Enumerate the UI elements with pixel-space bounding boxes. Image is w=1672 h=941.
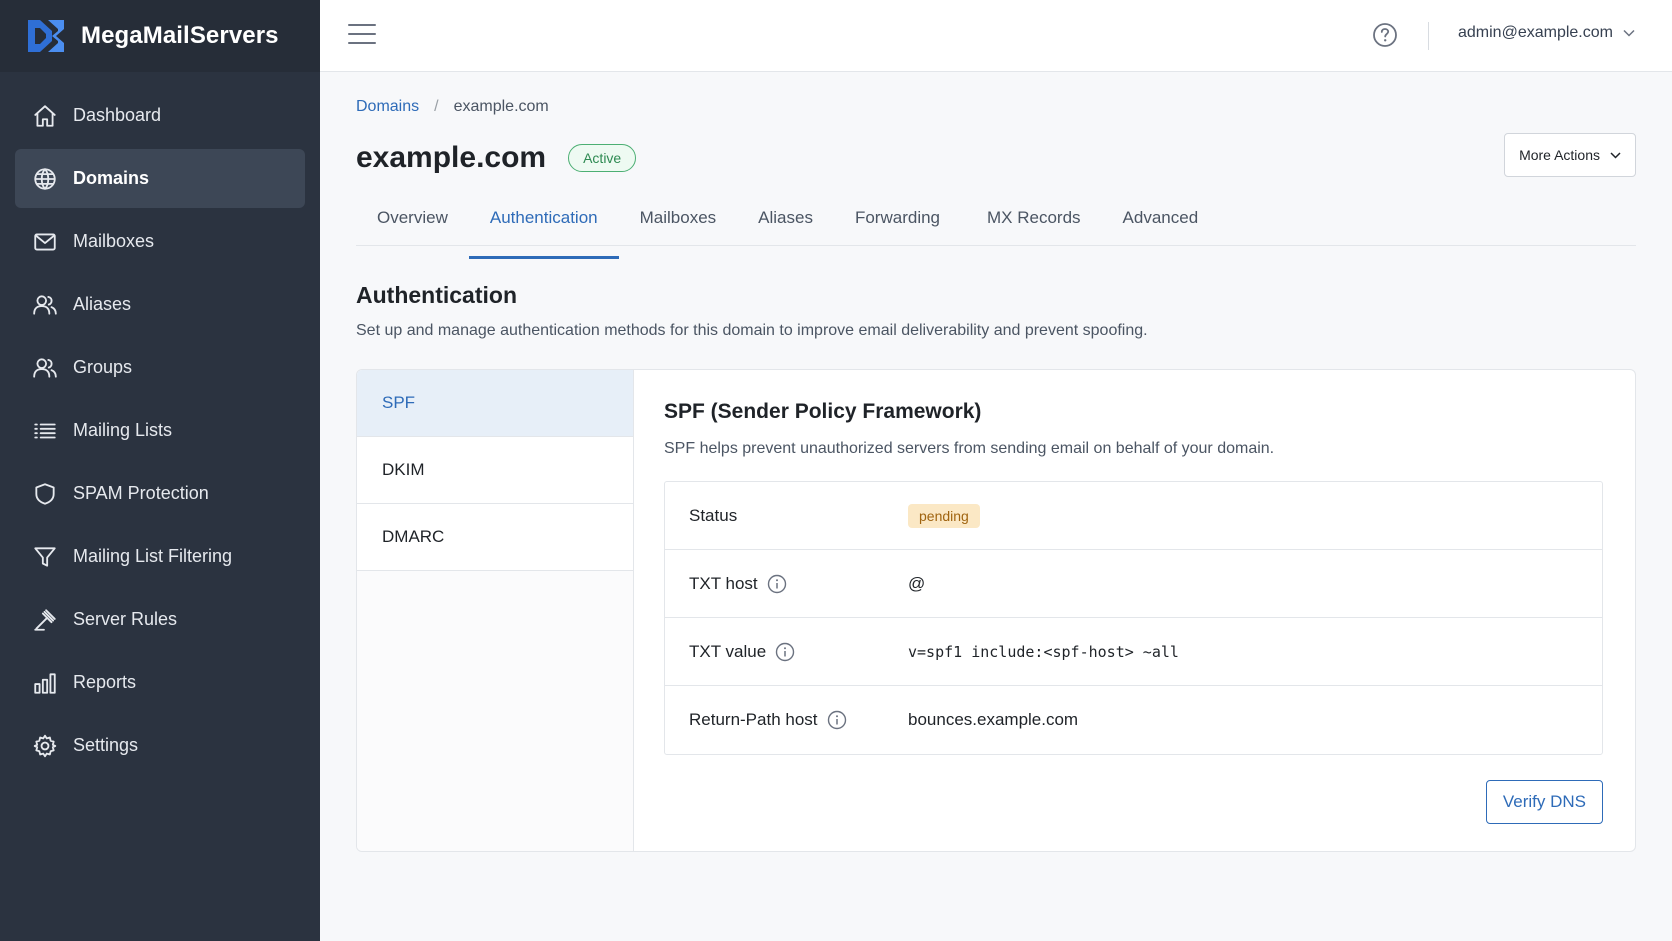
sidebar-item-domains[interactable]: Domains bbox=[15, 149, 305, 208]
breadcrumb: Domains / example.com bbox=[356, 98, 1636, 116]
sidebar-item-label: Aliases bbox=[73, 294, 132, 314]
sidebar-item-mailing-list-filtering[interactable]: Mailing List Filtering bbox=[15, 527, 305, 586]
tab-aliases[interactable]: Aliases bbox=[737, 204, 834, 245]
txt-host-row: TXT host @ bbox=[665, 550, 1602, 618]
info-icon[interactable] bbox=[775, 642, 795, 662]
topbar: admin@example.com bbox=[320, 0, 1672, 72]
txt-value-row: TXT value v=spf1 include:<spf-host> ~all bbox=[665, 618, 1602, 686]
sidebar-item-reports[interactable]: Reports bbox=[15, 653, 305, 712]
gear-icon bbox=[32, 733, 58, 759]
status-row: Status pending bbox=[665, 482, 1602, 550]
detail-description: SPF helps prevent unauthorized servers f… bbox=[664, 440, 1275, 457]
sidebar: MegaMailServers Dashboard Domains Mailbo… bbox=[0, 0, 320, 941]
brand-name: MegaMailServers bbox=[81, 22, 279, 49]
status-badge: Active bbox=[568, 144, 637, 172]
info-icon[interactable] bbox=[827, 710, 847, 730]
tab-mx-records[interactable]: MX Records bbox=[966, 204, 1102, 245]
auth-panel: SPF DKIM DMARC SPF (Sender Policy Framew… bbox=[356, 369, 1636, 852]
users-icon bbox=[32, 355, 58, 381]
sidebar-item-label: Dashboard bbox=[73, 105, 162, 125]
chevron-down-icon bbox=[1623, 29, 1635, 37]
sidebar-item-label: Reports bbox=[73, 672, 137, 692]
tab-overview[interactable]: Overview bbox=[356, 204, 469, 245]
more-actions-button[interactable]: More Actions bbox=[1504, 133, 1636, 177]
globe-icon bbox=[32, 166, 58, 192]
sidebar-item-label: Domains bbox=[73, 168, 150, 188]
topbar-divider bbox=[1428, 22, 1429, 50]
tabs: Overview Authentication Mailboxes Aliase… bbox=[356, 204, 1636, 259]
breadcrumb-current: example.com bbox=[453, 98, 549, 115]
sidebar-item-groups[interactable]: Groups bbox=[15, 338, 305, 397]
list-icon bbox=[32, 418, 58, 444]
gavel-icon bbox=[32, 607, 58, 633]
brand-logo-icon bbox=[28, 20, 64, 52]
sidebar-item-label: Server Rules bbox=[73, 609, 178, 629]
help-icon[interactable] bbox=[1372, 22, 1398, 48]
sidebar-item-label: Mailing List Filtering bbox=[73, 546, 233, 566]
user-icon bbox=[32, 292, 58, 318]
row-label: TXT value bbox=[689, 642, 908, 662]
sidebar-item-label: Mailboxes bbox=[73, 231, 155, 251]
breadcrumb-domains-link[interactable]: Domains bbox=[356, 98, 419, 116]
title-row: example.com Active More Actions bbox=[356, 133, 1636, 178]
txt-value-value: v=spf1 include:<spf-host> ~all bbox=[908, 642, 1179, 661]
home-icon bbox=[32, 103, 58, 129]
section-title: Authentication bbox=[356, 282, 517, 308]
more-actions-label: More Actions bbox=[1519, 147, 1600, 163]
return-path-row: Return-Path host bounces.example.com bbox=[665, 686, 1602, 754]
main-content: Domains / example.com example.com Active… bbox=[356, 72, 1636, 852]
sidebar-item-mailboxes[interactable]: Mailboxes bbox=[15, 212, 305, 271]
verify-dns-button[interactable]: Verify DNS bbox=[1485, 780, 1603, 824]
sidebar-item-label: Groups bbox=[73, 357, 133, 377]
sidebar-item-server-rules[interactable]: Server Rules bbox=[15, 590, 305, 649]
sidebar-item-label: SPAM Protection bbox=[73, 483, 209, 503]
row-value: pending bbox=[908, 503, 980, 528]
section-description: Set up and manage authentication methods… bbox=[356, 322, 1148, 339]
row-label: Return-Path host bbox=[689, 710, 908, 730]
auth-method-list: SPF DKIM DMARC bbox=[357, 370, 634, 851]
pending-badge: pending bbox=[908, 503, 980, 528]
tab-advanced[interactable]: Advanced bbox=[1102, 204, 1220, 245]
txt-host-value: @ bbox=[908, 573, 926, 593]
user-menu[interactable]: admin@example.com bbox=[1458, 24, 1635, 42]
tab-mailboxes[interactable]: Mailboxes bbox=[619, 204, 738, 245]
sidebar-item-label: Mailing Lists bbox=[73, 420, 173, 440]
row-label: Status bbox=[689, 505, 738, 525]
method-item-dmarc[interactable]: DMARC bbox=[357, 504, 633, 571]
tab-authentication[interactable]: Authentication bbox=[468, 204, 619, 259]
sidebar-item-spam-protection[interactable]: SPAM Protection bbox=[15, 464, 305, 523]
filter-icon bbox=[32, 544, 58, 570]
shield-icon bbox=[32, 481, 58, 507]
method-item-spf[interactable]: SPF bbox=[357, 370, 633, 437]
sidebar-item-settings[interactable]: Settings bbox=[15, 716, 305, 775]
sidebar-item-aliases[interactable]: Aliases bbox=[15, 275, 305, 334]
page-title: example.com bbox=[356, 141, 547, 174]
user-email: admin@example.com bbox=[1458, 24, 1613, 41]
return-path-value: bounces.example.com bbox=[908, 710, 1079, 729]
hamburger-icon[interactable] bbox=[348, 24, 376, 46]
chevron-down-icon bbox=[1610, 151, 1621, 159]
sidebar-item-dashboard[interactable]: Dashboard bbox=[15, 86, 305, 145]
sidebar-item-mailing-lists[interactable]: Mailing Lists bbox=[15, 401, 305, 460]
tab-forwarding[interactable]: Forwarding bbox=[834, 204, 966, 245]
detail-title: SPF (Sender Policy Framework) bbox=[664, 400, 982, 423]
method-item-dkim[interactable]: DKIM bbox=[357, 437, 633, 504]
info-icon[interactable] bbox=[767, 574, 787, 594]
breadcrumb-separator: / bbox=[434, 98, 439, 115]
spf-record-table: Status pending TXT host @ TXT value v=sp… bbox=[664, 481, 1603, 755]
sidebar-nav: Dashboard Domains Mailboxes Aliases Grou… bbox=[0, 72, 320, 775]
spf-detail: SPF (Sender Policy Framework) SPF helps … bbox=[634, 370, 1635, 851]
mail-icon bbox=[32, 229, 58, 255]
bar-chart-icon bbox=[32, 670, 58, 696]
sidebar-item-label: Settings bbox=[73, 735, 139, 755]
row-label: TXT host bbox=[689, 574, 908, 594]
brand[interactable]: MegaMailServers bbox=[0, 0, 320, 72]
